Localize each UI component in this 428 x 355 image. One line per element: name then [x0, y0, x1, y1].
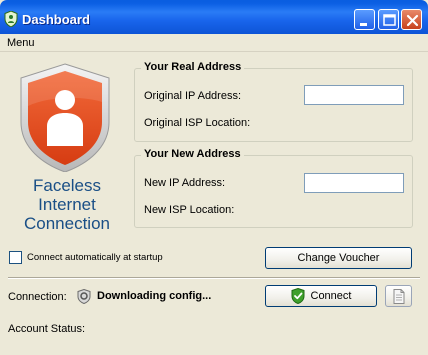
close-button[interactable]	[401, 9, 422, 30]
connect-button[interactable]: Connect	[265, 285, 377, 307]
original-ip-field[interactable]	[304, 85, 404, 105]
brand-line-1: Faceless	[32, 176, 102, 195]
new-ip-label: New IP Address:	[144, 177, 226, 189]
log-button[interactable]	[385, 285, 412, 307]
original-isp-label: Original ISP Location:	[144, 117, 251, 129]
new-address-title: Your New Address	[141, 148, 244, 160]
new-isp-label: New ISP Location:	[144, 204, 235, 216]
brand-name: Faceless Internet Connection	[12, 176, 122, 233]
change-voucher-button[interactable]: Change Voucher	[265, 247, 412, 269]
original-ip-label: Original IP Address:	[144, 90, 242, 102]
loading-shield-icon	[77, 289, 91, 304]
window-titlebar[interactable]: Dashboard	[0, 0, 428, 34]
maximize-icon	[383, 14, 396, 26]
connect-button-label: Connect	[310, 290, 352, 302]
startup-checkbox-label[interactable]: Connect automatically at startup	[27, 252, 163, 263]
menu-item-menu[interactable]: Menu	[7, 37, 35, 49]
new-ip-field[interactable]	[304, 173, 404, 193]
connection-label: Connection:	[8, 291, 67, 303]
connection-status: Downloading config...	[97, 290, 212, 302]
brand-line-2: Internet	[38, 195, 96, 214]
account-status-label: Account Status:	[8, 323, 86, 335]
menu-bar: Menu	[0, 34, 428, 52]
real-address-group: Your Real Address	[134, 61, 413, 142]
shield-app-icon	[4, 11, 18, 27]
close-icon	[406, 14, 419, 27]
window-title: Dashboard	[22, 12, 90, 27]
maximize-button[interactable]	[378, 9, 399, 30]
minimize-icon	[360, 23, 367, 26]
real-address-title: Your Real Address	[141, 61, 245, 73]
shield-check-icon	[291, 288, 304, 304]
minimize-button[interactable]	[354, 9, 375, 30]
person-shield-icon	[20, 63, 110, 172]
separator	[8, 277, 420, 279]
document-icon	[393, 289, 405, 304]
brand-line-3: Connection	[23, 214, 110, 233]
startup-checkbox[interactable]	[9, 251, 22, 264]
